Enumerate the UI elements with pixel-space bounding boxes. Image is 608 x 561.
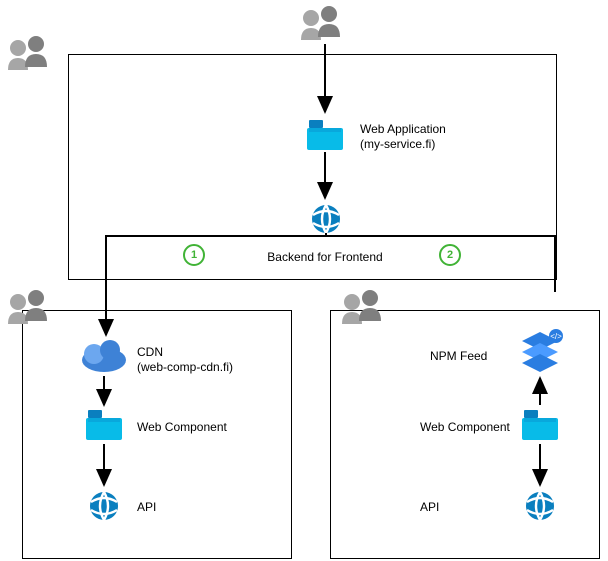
cdn-cloud-icon [82, 340, 126, 372]
bff-label: Backend for Frontend [250, 250, 400, 265]
cdn-subtitle: (web-comp-cdn.fi) [137, 360, 233, 375]
api-right-globe-icon [526, 492, 554, 520]
web-component-left-label: Web Component [137, 420, 227, 435]
api-left-globe-icon [90, 492, 118, 520]
cdn-title: CDN [137, 345, 163, 360]
users-left-icon [8, 290, 47, 324]
web-application-subtitle: (my-service.fi) [360, 137, 435, 152]
web-application-title: Web Application [360, 122, 446, 137]
users-right-icon [342, 290, 381, 324]
npm-feed-label: NPM Feed [430, 349, 487, 364]
bff-split-connector [106, 236, 555, 250]
users-top-left-icon [8, 36, 47, 70]
api-left-label: API [137, 500, 156, 515]
web-component-left-icon [86, 410, 122, 440]
web-application-icon [307, 120, 343, 150]
users-top-icon [301, 6, 340, 40]
diagram: </> [0, 0, 608, 561]
badge-2: 2 [439, 244, 461, 266]
web-component-right-icon [522, 410, 558, 440]
web-component-right-label: Web Component [420, 420, 510, 435]
api-right-label: API [420, 500, 439, 515]
bff-globe-icon [312, 205, 340, 233]
npm-feed-icon [522, 329, 563, 372]
badge-1: 1 [183, 244, 205, 266]
